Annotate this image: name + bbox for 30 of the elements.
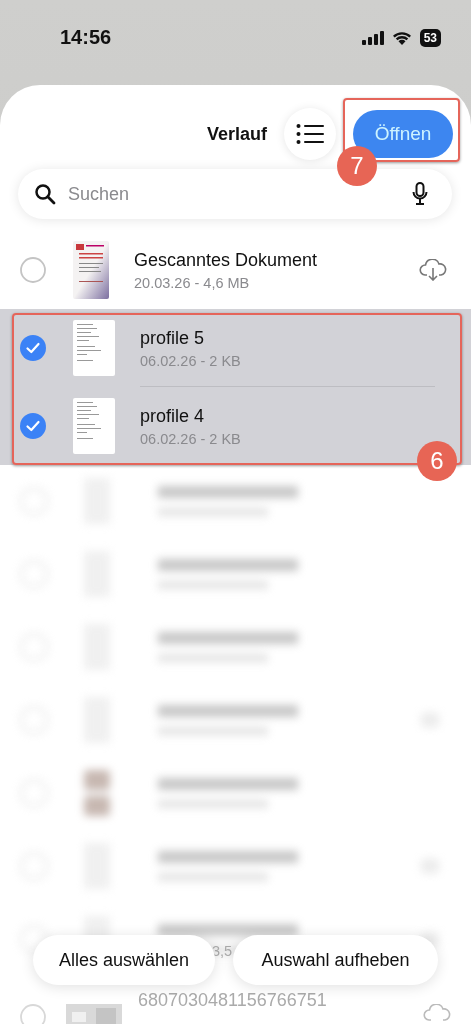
- microphone-icon[interactable]: [412, 182, 428, 206]
- file-row[interactable]: profile 5 06.02.26 - 2 KB: [0, 309, 471, 387]
- file-details: 06.02.26 - 2 KB: [140, 430, 242, 447]
- file-name: Gescanntes Dokument: [134, 249, 319, 271]
- list-icon: [296, 123, 324, 145]
- cloud-download-icon[interactable]: [423, 1004, 451, 1024]
- cloud-download-icon[interactable]: [419, 259, 447, 281]
- document-thumbnail: [73, 320, 115, 376]
- selection-button[interactable]: Alles auswählen: [33, 935, 215, 985]
- file-details: 06.02.26 - 2 KB: [140, 352, 242, 369]
- document-thumbnail: [73, 398, 115, 454]
- selection-button[interactable]: Auswahl aufheben: [233, 935, 438, 985]
- file-name: profile 4: [140, 405, 206, 427]
- signal-icon: [361, 31, 384, 45]
- checked-circle-icon[interactable]: [20, 335, 46, 361]
- search-icon: [34, 183, 56, 205]
- file-row[interactable]: Gescanntes Dokument 20.03.26 - 4,6 MB: [0, 231, 471, 309]
- battery-level: 53: [419, 29, 441, 47]
- wifi-icon: [391, 31, 412, 45]
- history-title: Verlauf: [206, 123, 267, 145]
- file-name: 6807030481156766751: [138, 990, 328, 1011]
- step-badge: 6: [417, 441, 457, 481]
- unchecked-circle-icon[interactable]: [20, 257, 46, 283]
- status-time: 14:56: [60, 26, 112, 50]
- list-view-button[interactable]: [284, 108, 336, 160]
- file-details: 20.03.26 - 4,6 MB: [134, 274, 251, 291]
- document-thumbnail: [73, 241, 109, 299]
- file-name: profile 5: [140, 327, 206, 349]
- file-size-fragment: 3,5: [212, 943, 233, 959]
- checked-circle-icon[interactable]: [20, 413, 46, 439]
